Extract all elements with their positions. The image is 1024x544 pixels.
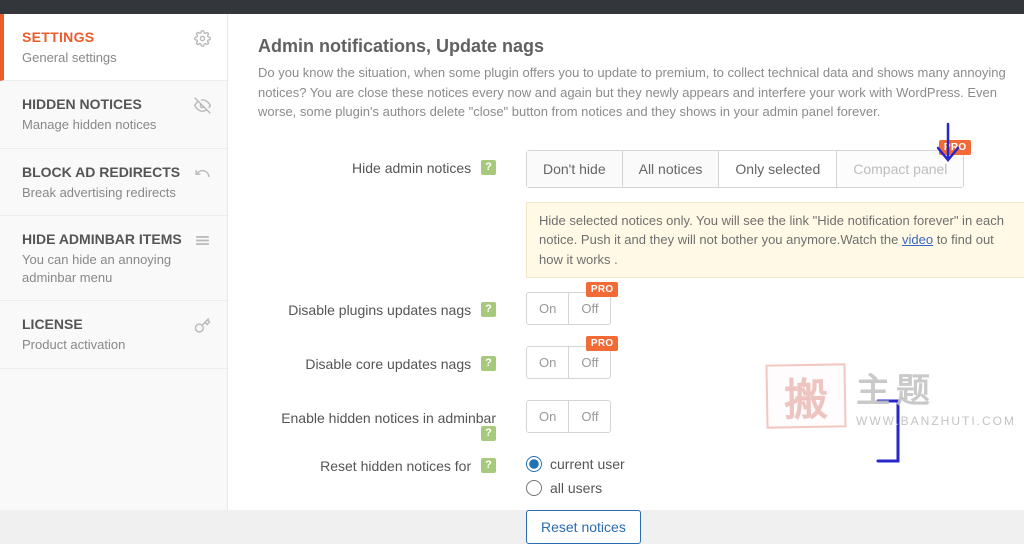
undo-icon <box>194 165 211 187</box>
help-icon[interactable]: ? <box>481 302 496 317</box>
sidebar-item-subtitle: Break advertising redirects <box>22 184 180 202</box>
hide-notices-segmented: Don't hide All notices Only selected Com… <box>526 150 964 188</box>
option-compact-panel[interactable]: Compact panel PRO <box>837 151 963 187</box>
toggle-off-label: Off <box>581 355 598 370</box>
page-intro: Do you know the situation, when some plu… <box>258 63 1024 122</box>
toggle-on[interactable]: On <box>526 346 569 379</box>
field-label: Disable core updates nags <box>305 356 471 372</box>
help-icon[interactable]: ? <box>481 426 496 441</box>
row-enable-hidden-notices: Enable hidden notices in adminbar ? On O… <box>258 400 1024 442</box>
sidebar-item-title: HIDE ADMINBAR ITEMS <box>22 230 194 249</box>
toggle-on[interactable]: On <box>526 292 569 325</box>
toggle-enable-hidden: On Off <box>526 400 611 433</box>
sidebar-item-subtitle: Product activation <box>22 336 125 354</box>
option-dont-hide[interactable]: Don't hide <box>527 151 623 187</box>
option-all-notices[interactable]: All notices <box>623 151 720 187</box>
sidebar-item-hide-adminbar[interactable]: HIDE ADMINBAR ITEMS You can hide an anno… <box>0 216 227 301</box>
toggle-off[interactable]: Off PRO <box>569 292 611 325</box>
sidebar-item-hidden-notices[interactable]: HIDDEN NOTICES Manage hidden notices <box>0 81 227 148</box>
sidebar-item-subtitle: You can hide an annoying adminbar menu <box>22 251 194 286</box>
sidebar-item-title: SETTINGS <box>22 28 117 47</box>
sidebar-item-title: BLOCK AD REDIRECTS <box>22 163 180 182</box>
pro-badge: PRO <box>586 282 619 297</box>
gear-icon <box>194 30 211 52</box>
help-icon[interactable]: ? <box>481 160 496 175</box>
row-reset-hidden-notices: Reset hidden notices for ? current user … <box>258 456 1024 544</box>
toggle-off[interactable]: Off PRO <box>569 346 611 379</box>
toggle-off-label: Off <box>581 301 598 316</box>
eye-off-icon <box>194 97 211 119</box>
toggle-off[interactable]: Off <box>569 400 611 433</box>
option-compact-panel-label: Compact panel <box>853 161 947 177</box>
toggle-disable-core: On Off PRO <box>526 346 611 379</box>
sidebar-item-subtitle: General settings <box>22 49 117 67</box>
radio-current-user[interactable]: current user <box>526 456 641 472</box>
row-disable-plugins-updates: Disable plugins updates nags ? On Off PR… <box>258 292 1024 332</box>
field-label: Disable plugins updates nags <box>288 302 471 318</box>
hint-video-link[interactable]: video <box>902 232 933 247</box>
reset-notices-button[interactable]: Reset notices <box>526 510 641 544</box>
list-icon <box>194 232 211 254</box>
key-icon <box>194 317 211 339</box>
row-disable-core-updates: Disable core updates nags ? On Off PRO <box>258 346 1024 386</box>
radio-all-users-label: all users <box>550 480 602 496</box>
radio-all-users-input[interactable] <box>526 480 542 496</box>
toggle-disable-plugins: On Off PRO <box>526 292 611 325</box>
sidebar-item-title: LICENSE <box>22 315 125 334</box>
toggle-on[interactable]: On <box>526 400 569 433</box>
row-hide-admin-notices: Hide admin notices ? Don't hide All noti… <box>258 150 1024 279</box>
hint-box: Hide selected notices only. You will see… <box>526 202 1024 279</box>
radio-current-user-input[interactable] <box>526 456 542 472</box>
help-icon[interactable]: ? <box>481 458 496 473</box>
settings-panel: Admin notifications, Update nags Do you … <box>228 14 1024 510</box>
sidebar-item-subtitle: Manage hidden notices <box>22 116 156 134</box>
radio-all-users[interactable]: all users <box>526 480 641 496</box>
sidebar-item-license[interactable]: LICENSE Product activation <box>0 301 227 368</box>
field-label: Enable hidden notices in adminbar <box>281 410 496 426</box>
settings-sidebar: SETTINGS General settings HIDDEN NOTICES… <box>0 14 228 510</box>
sidebar-item-title: HIDDEN NOTICES <box>22 95 156 114</box>
reset-radio-group: current user all users <box>526 456 641 496</box>
window-topbar <box>0 0 1024 14</box>
sidebar-item-block-ad-redirects[interactable]: BLOCK AD REDIRECTS Break advertising red… <box>0 149 227 216</box>
page-title: Admin notifications, Update nags <box>258 36 1024 57</box>
pro-badge: PRO <box>939 140 972 155</box>
help-icon[interactable]: ? <box>481 356 496 371</box>
option-only-selected[interactable]: Only selected <box>719 151 837 187</box>
sidebar-item-settings[interactable]: SETTINGS General settings <box>0 14 227 81</box>
field-label: Reset hidden notices for <box>320 458 471 474</box>
radio-current-user-label: current user <box>550 456 625 472</box>
pro-badge: PRO <box>586 336 619 351</box>
app-shell: SETTINGS General settings HIDDEN NOTICES… <box>0 0 1024 510</box>
field-label: Hide admin notices <box>352 160 471 176</box>
